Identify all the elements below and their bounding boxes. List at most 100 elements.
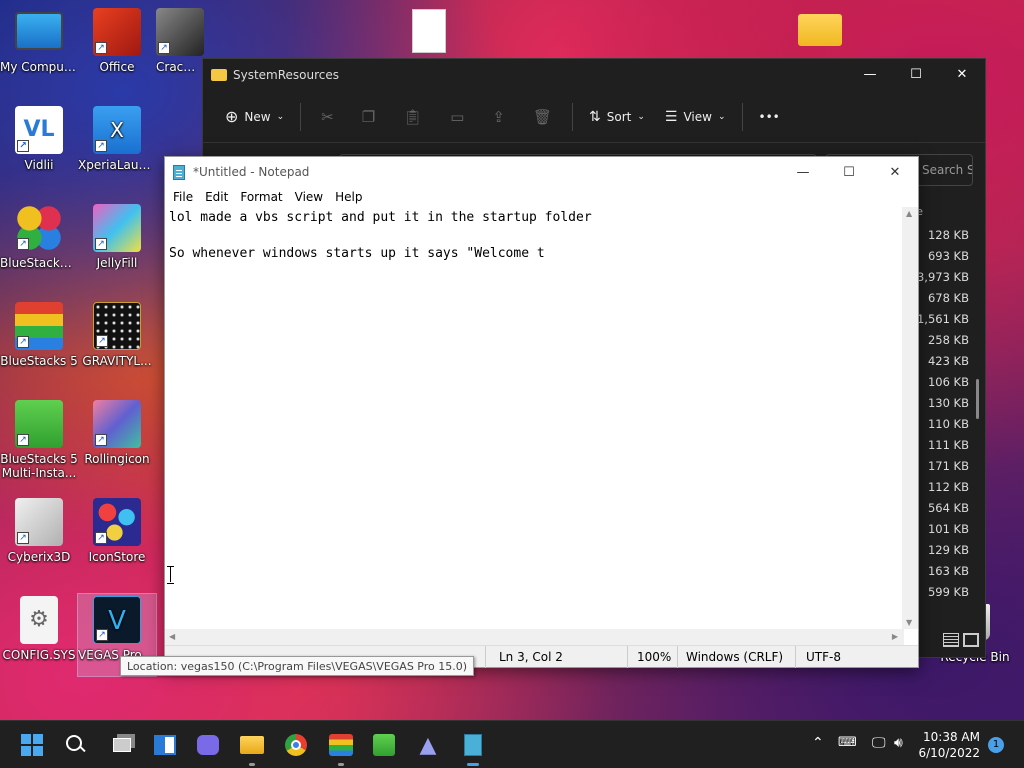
maximize-button[interactable]: ☐ bbox=[826, 157, 872, 187]
desktop-icon-cracksc[interactable]: ↗ CrackSc bbox=[156, 8, 204, 74]
more-options-button[interactable]: ••• bbox=[749, 101, 790, 133]
line-ending: Windows (CRLF) bbox=[686, 650, 784, 664]
view-button[interactable]: ☰ View ⌄ bbox=[655, 101, 736, 133]
menu-bar: File Edit Format View Help bbox=[165, 187, 918, 207]
cube-icon: ↗ bbox=[15, 498, 63, 546]
desktop-icon-my-computer[interactable]: My Computer bbox=[0, 8, 78, 74]
monitor-icon bbox=[15, 12, 63, 50]
close-button[interactable]: ✕ bbox=[872, 157, 918, 187]
date: 6/10/2022 bbox=[918, 746, 980, 760]
notepad-taskbar-button[interactable] bbox=[461, 733, 485, 766]
time: 10:38 AM bbox=[923, 730, 980, 744]
task-view-button[interactable] bbox=[110, 733, 134, 757]
notepad-icon bbox=[173, 164, 185, 180]
folder-icon[interactable] bbox=[798, 14, 842, 46]
chevron-up-icon[interactable]: ⌃ bbox=[812, 735, 824, 751]
desktop-icon-rollingicon[interactable]: ↗ Rollingicon bbox=[78, 400, 156, 466]
file-icon[interactable] bbox=[412, 9, 446, 53]
file-size: 110 KB bbox=[927, 417, 969, 431]
desktop-icon-bluestacks-x[interactable]: ↗ BlueStacks X bbox=[0, 204, 78, 270]
menu-format[interactable]: Format bbox=[234, 190, 288, 204]
widgets-button[interactable] bbox=[153, 733, 177, 757]
search-icon bbox=[66, 735, 82, 751]
view-list-icon: ☰ bbox=[664, 108, 678, 125]
desktop-icon-xperialauncher[interactable]: X ↗ XperiaLaun... bbox=[78, 106, 156, 172]
file-size: 564 KB bbox=[927, 501, 969, 515]
search-button[interactable] bbox=[64, 733, 88, 757]
new-label: New bbox=[244, 109, 271, 124]
share-icon[interactable]: ⇪ bbox=[478, 101, 519, 133]
text-cursor-icon bbox=[167, 566, 177, 584]
maximize-button[interactable]: ☐ bbox=[893, 59, 939, 89]
text-editor[interactable]: lol made a vbs script and put it in the … bbox=[165, 207, 904, 629]
horizontal-scrollbar[interactable]: ◀ ▶ bbox=[165, 629, 904, 645]
file-size: 128 KB bbox=[927, 228, 969, 242]
scroll-left-icon[interactable]: ◀ bbox=[169, 632, 175, 641]
desktop-icon-label: Vidlii bbox=[24, 158, 54, 172]
desktop-icon-config-sys[interactable]: ⚙ CONFIG.SYS bbox=[0, 596, 78, 662]
explorer-scrollbar[interactable] bbox=[976, 379, 979, 419]
delete-icon[interactable]: 🗑︎ bbox=[519, 101, 566, 133]
notepad-window[interactable]: *Untitled - Notepad — ☐ ✕ File Edit Form… bbox=[164, 156, 919, 668]
volume-icon[interactable]: 🔊︎ bbox=[894, 735, 903, 751]
jellyfill-icon: ↗ bbox=[93, 204, 141, 252]
menu-edit[interactable]: Edit bbox=[199, 190, 234, 204]
minimize-button[interactable]: — bbox=[780, 157, 826, 187]
bluestacks-multi-icon: ↗ bbox=[15, 400, 63, 448]
desktop-icon-bluestacks-multi[interactable]: ↗ BlueStacks 5 Multi-Insta... bbox=[0, 400, 78, 480]
copy-icon[interactable]: ❐ bbox=[348, 101, 389, 133]
desktop-icon-vidlii[interactable]: VL ↗ Vidlii bbox=[0, 106, 78, 172]
tiles-view-icon[interactable] bbox=[963, 633, 979, 647]
new-button[interactable]: ⊕ New ⌄ bbox=[215, 101, 294, 133]
menu-view[interactable]: View bbox=[289, 190, 329, 204]
app-taskbar-button[interactable]: ▲ bbox=[416, 733, 440, 758]
desktop-icon-gravity[interactable]: ↗ GRAVITYL... bbox=[78, 302, 156, 368]
paste-icon[interactable]: 📋︎ bbox=[389, 101, 436, 133]
menu-help[interactable]: Help bbox=[329, 190, 368, 204]
desktop-icon-label: GRAVITYL... bbox=[82, 354, 152, 368]
notification-badge[interactable]: 1 bbox=[988, 737, 1004, 753]
desktop-icon-label: My Computer bbox=[0, 60, 78, 74]
tooltip: Location: vegas150 (C:\Program Files\VEG… bbox=[120, 656, 475, 676]
menu-file[interactable]: File bbox=[167, 190, 199, 204]
desktop-icon-cyberix3d[interactable]: ↗ Cyberix3D bbox=[0, 498, 78, 564]
desktop-icon-label: IconStore bbox=[88, 550, 146, 564]
file-size: 423 KB bbox=[927, 354, 969, 368]
scroll-right-icon[interactable]: ▶ bbox=[892, 632, 898, 641]
file-size: 129 KB bbox=[927, 543, 969, 557]
desktop-icon-label: CONFIG.SYS bbox=[2, 648, 76, 662]
cut-icon[interactable]: ✂ bbox=[307, 101, 348, 133]
windows-logo-icon bbox=[21, 734, 43, 756]
vegas-icon: V ↗ bbox=[93, 596, 141, 644]
desktop-icon-jellyfill[interactable]: ↗ JellyFill bbox=[78, 204, 156, 270]
file-explorer-taskbar-button[interactable] bbox=[240, 733, 264, 766]
explorer-title: SystemResources bbox=[233, 68, 340, 82]
scroll-down-icon[interactable]: ▼ bbox=[906, 618, 912, 627]
minimize-button[interactable]: — bbox=[847, 59, 893, 89]
sort-button[interactable]: ⇅ Sort ⌄ bbox=[579, 101, 655, 133]
details-view-icon[interactable] bbox=[943, 633, 959, 647]
vertical-scrollbar[interactable]: ▲ ▼ bbox=[902, 207, 918, 629]
widgets-icon bbox=[154, 735, 176, 755]
start-button[interactable] bbox=[20, 733, 44, 757]
cursor-position: Ln 3, Col 2 bbox=[499, 650, 563, 664]
chat-button[interactable] bbox=[196, 733, 220, 757]
keyboard-icon[interactable]: ⌨ bbox=[838, 735, 857, 750]
chrome-icon bbox=[285, 734, 307, 756]
chrome-taskbar-button[interactable] bbox=[284, 733, 308, 757]
network-icon[interactable]: 🖵︎ bbox=[872, 735, 886, 751]
desktop-icon-bluestacks-5[interactable]: ↗ BlueStacks 5 bbox=[0, 302, 78, 368]
desktop-icon-office[interactable]: ↗ Office bbox=[78, 8, 156, 74]
file-size: 1,561 KB bbox=[916, 312, 969, 326]
notepad-icon bbox=[464, 734, 482, 756]
desktop-icon-iconstore[interactable]: ↗ IconStore bbox=[78, 498, 156, 564]
rollingicon-icon: ↗ bbox=[93, 400, 141, 448]
bluestacks-multi-taskbar-button[interactable] bbox=[372, 733, 396, 757]
file-size: 101 KB bbox=[927, 522, 969, 536]
rename-icon[interactable]: ▭ bbox=[436, 101, 478, 133]
scroll-up-icon[interactable]: ▲ bbox=[906, 209, 912, 218]
clock[interactable]: 10:38 AM 6/10/2022 bbox=[918, 729, 980, 761]
bluestacks-taskbar-button[interactable] bbox=[329, 733, 353, 766]
close-button[interactable]: ✕ bbox=[939, 59, 985, 89]
file-size: 163 KB bbox=[927, 564, 969, 578]
